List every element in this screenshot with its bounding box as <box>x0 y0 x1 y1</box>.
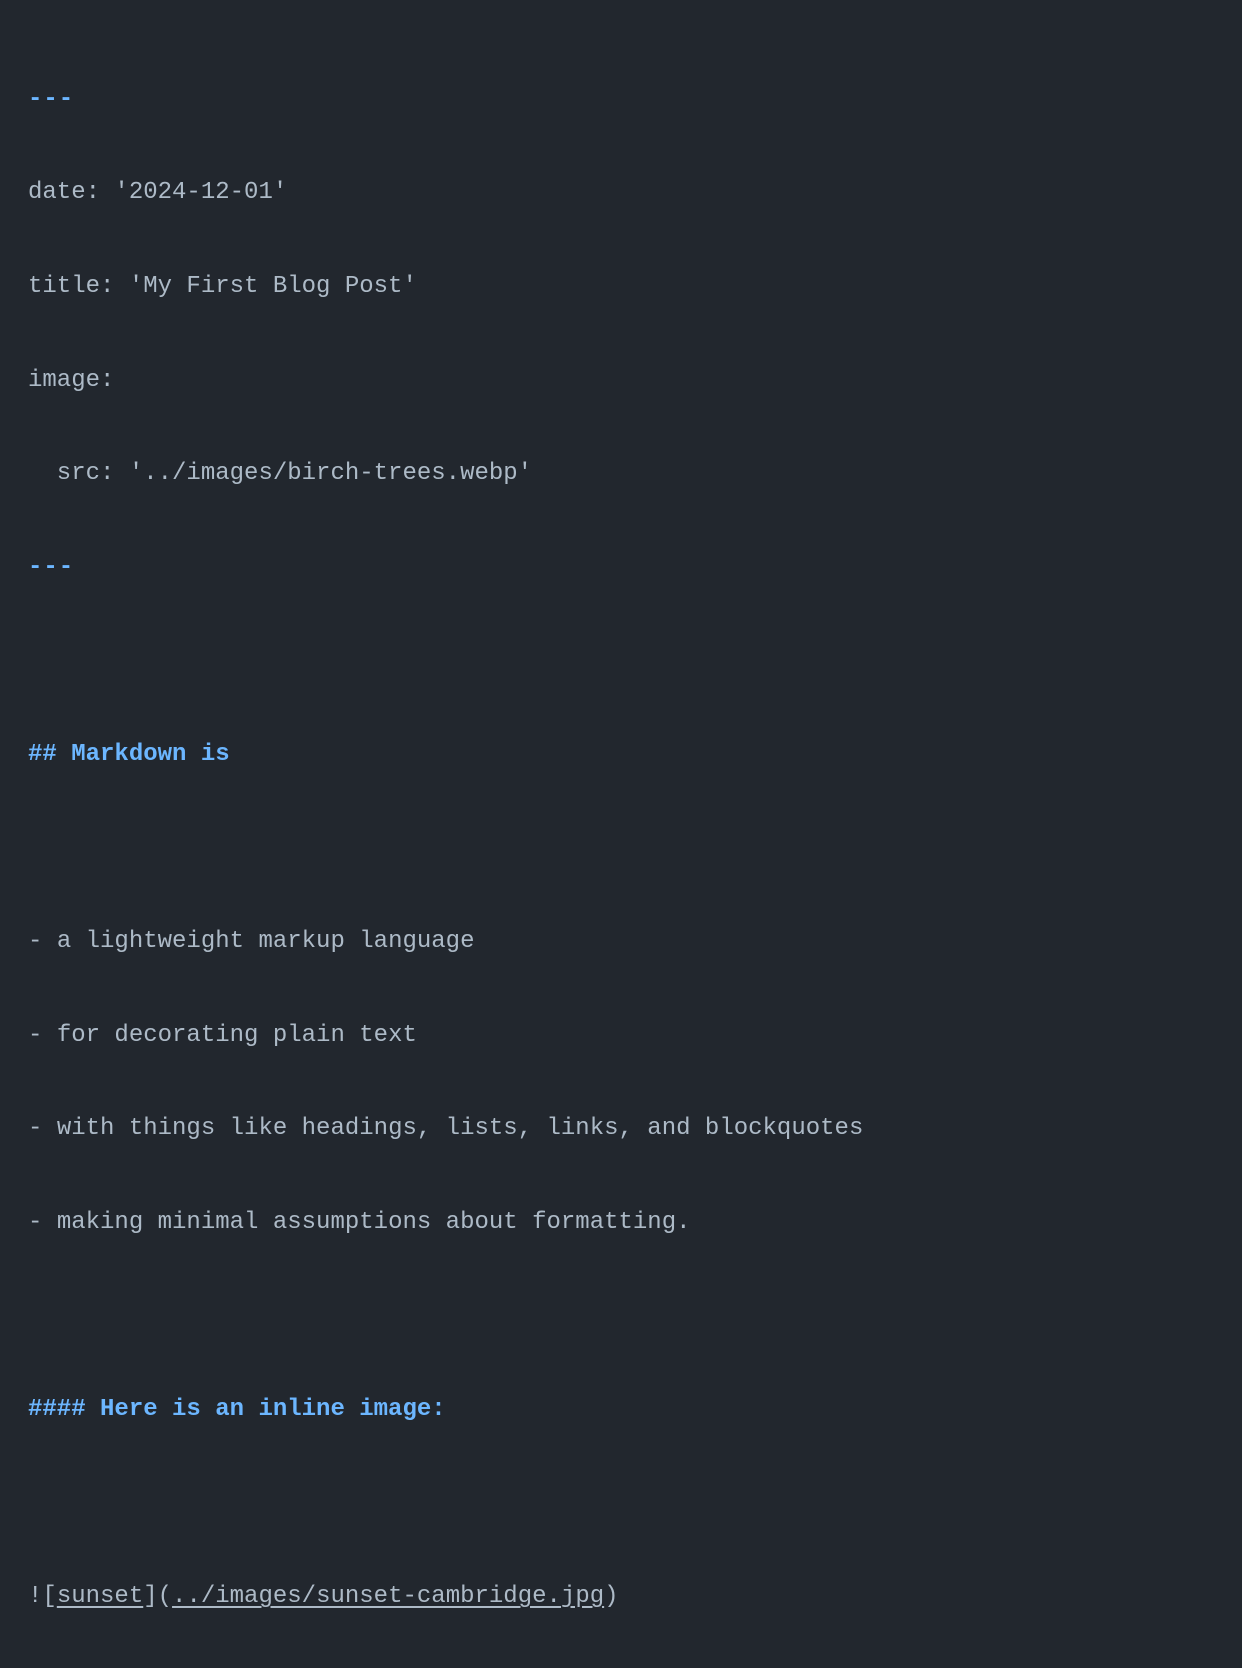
blank-line <box>28 826 1214 873</box>
heading-line: ## Markdown is <box>28 732 1214 779</box>
list-item-text: with things like headings, lists, links,… <box>57 1115 864 1142</box>
frontmatter-delimiter: --- <box>28 554 74 581</box>
list-item-line: - for decorating plain text <box>28 1013 1214 1060</box>
list-item-text: making minimal assumptions about formatt… <box>57 1209 691 1236</box>
frontmatter-open: --- <box>28 77 1214 124</box>
list-item-text: for decorating plain text <box>57 1022 417 1049</box>
frontmatter-line: date: '2024-12-01' <box>28 170 1214 217</box>
code-block: --- date: '2024-12-01' title: 'My First … <box>28 30 1214 1668</box>
markdown-heading-h2: ## Markdown is <box>28 741 230 768</box>
list-marker: - <box>28 1115 57 1142</box>
blank-line <box>28 638 1214 685</box>
frontmatter-line: title: 'My First Blog Post' <box>28 264 1214 311</box>
list-item-line: - a lightweight markup language <box>28 919 1214 966</box>
image-syntax-line: ![sunset](../images/sunset-cambridge.jpg… <box>28 1574 1214 1621</box>
list-item-line: - making minimal assumptions about forma… <box>28 1200 1214 1247</box>
yaml-title: title: 'My First Blog Post' <box>28 273 417 300</box>
list-item-text: a lightweight markup language <box>57 928 475 955</box>
markdown-heading-h4: #### Here is an inline image: <box>28 1396 446 1423</box>
image-url: ../images/sunset-cambridge.jpg <box>172 1583 604 1610</box>
list-item-line: - with things like headings, lists, link… <box>28 1106 1214 1153</box>
list-marker: - <box>28 1022 57 1049</box>
image-bang-bracket: ![ <box>28 1583 57 1610</box>
list-marker: - <box>28 1209 57 1236</box>
blank-line <box>28 1294 1214 1341</box>
blank-line <box>28 1481 1214 1528</box>
image-close-paren: ) <box>604 1583 618 1610</box>
yaml-image-key: image: <box>28 367 114 394</box>
yaml-date: date: '2024-12-01' <box>28 179 287 206</box>
frontmatter-delimiter: --- <box>28 86 74 113</box>
list-marker: - <box>28 928 57 955</box>
frontmatter-line: image: <box>28 358 1214 405</box>
image-mid-bracket: ]( <box>143 1583 172 1610</box>
frontmatter-close: --- <box>28 545 1214 592</box>
frontmatter-line: src: '../images/birch-trees.webp' <box>28 451 1214 498</box>
yaml-image-src: src: '../images/birch-trees.webp' <box>28 460 532 487</box>
heading-line: #### Here is an inline image: <box>28 1387 1214 1434</box>
image-alt-text: sunset <box>57 1583 143 1610</box>
